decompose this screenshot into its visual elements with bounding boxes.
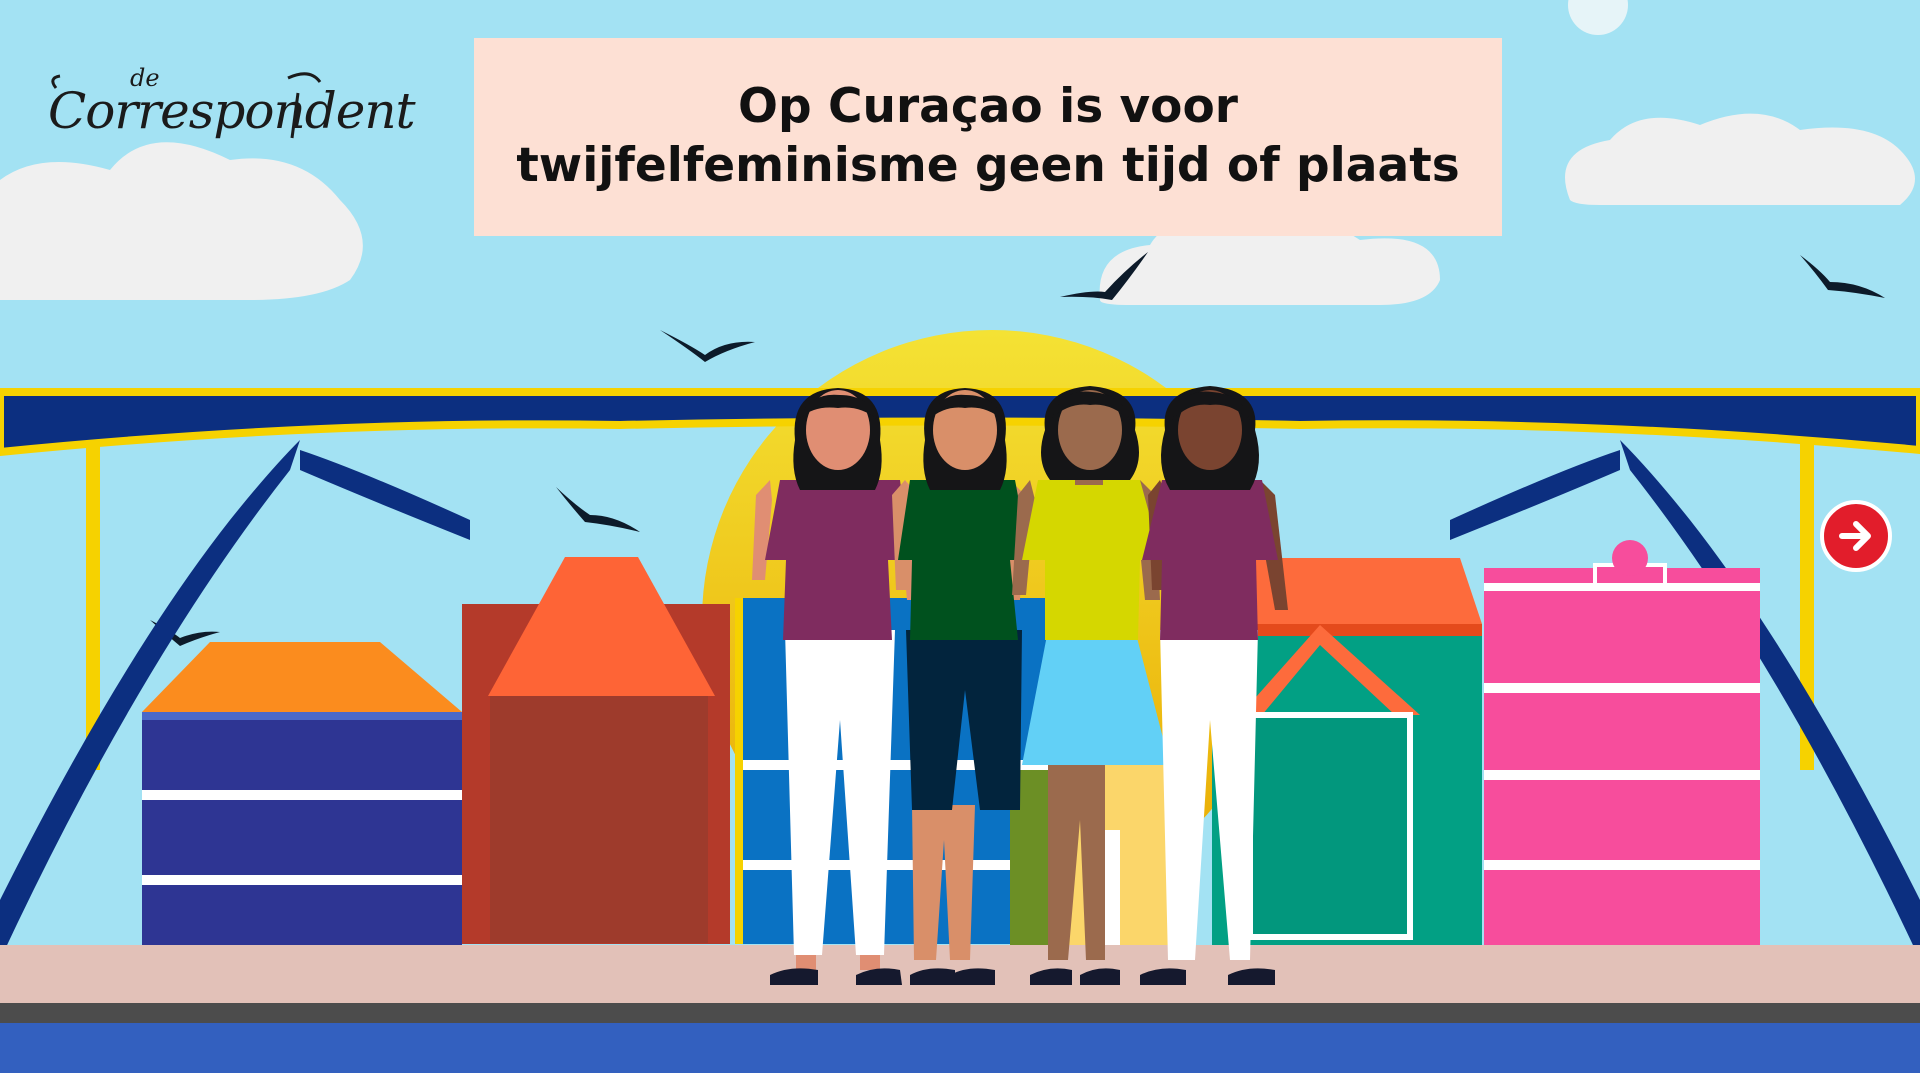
water [0, 1023, 1920, 1073]
logo-swoosh [51, 72, 322, 139]
title-line-2: twijfelfeminisme geen tijd of plaats [516, 138, 1460, 193]
article-title-box: Op Curaçao is voor twijfelfeminisme geen… [474, 38, 1502, 236]
next-button[interactable] [1820, 500, 1892, 572]
title-line-1: Op Curaçao is voor [738, 79, 1238, 135]
building-pink [1484, 568, 1760, 946]
arrow-right-icon [1839, 521, 1871, 551]
de-correspondent-logo[interactable]: de Correspondent [48, 58, 416, 148]
quay-edge [0, 1003, 1920, 1023]
building-navy [142, 715, 462, 945]
